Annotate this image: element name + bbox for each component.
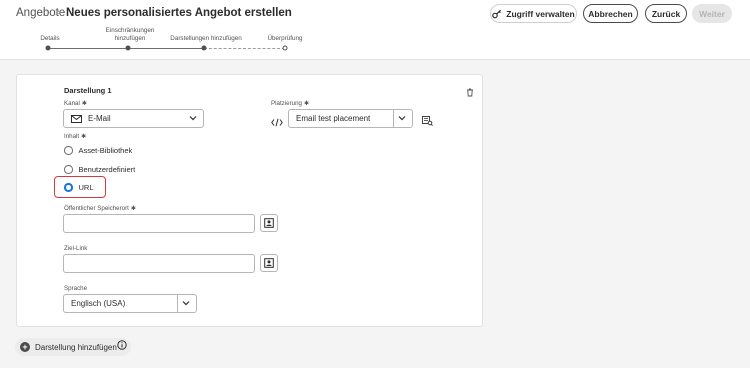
target-link-label: Ziel-Link xyxy=(64,245,88,252)
radio-button[interactable] xyxy=(64,165,73,174)
step-connector-pending xyxy=(204,48,285,49)
select-divider xyxy=(177,295,178,312)
step-dot-details[interactable] xyxy=(45,45,51,51)
step-dot-representations[interactable] xyxy=(201,45,207,51)
chevron-down-icon xyxy=(398,114,406,124)
asset-picker-icon xyxy=(264,218,274,228)
step-connector xyxy=(128,47,204,49)
public-location-input[interactable] xyxy=(63,214,255,233)
step-label-representations: Darstellungen hinzufügen xyxy=(170,35,242,42)
asset-picker-button[interactable] xyxy=(260,214,278,232)
page-header: Angebote > Neues personalisiertes Angebo… xyxy=(0,0,750,60)
browse-placement-icon[interactable] xyxy=(422,113,433,131)
channel-select[interactable]: E-Mail xyxy=(63,109,204,128)
representation-title: Darstellung 1 xyxy=(64,86,112,95)
trash-icon[interactable] xyxy=(466,84,474,102)
public-location-label: Öffentlicher Speicherort ✱ xyxy=(64,205,137,212)
breadcrumb-separator: > xyxy=(55,7,62,19)
step-label-constraints-line1: Einschränkungen xyxy=(105,27,155,34)
manage-access-label: Zugriff verwalten xyxy=(506,8,575,19)
add-representation-button[interactable]: + Darstellung hinzufügen xyxy=(15,338,131,356)
add-circle-icon: + xyxy=(20,342,30,352)
step-dot-review xyxy=(282,45,288,51)
target-link-input[interactable] xyxy=(63,254,255,273)
radio-custom[interactable]: Benutzerdefiniert xyxy=(64,165,135,174)
asset-picker-button[interactable] xyxy=(260,254,278,272)
radio-asset-library[interactable]: Asset-Bibliothek xyxy=(64,146,132,155)
representation-card: Darstellung 1 Kanal ✱ E-Mail Platzierung ✱… xyxy=(16,74,483,327)
mail-icon xyxy=(71,114,82,123)
language-value: Englisch (USA) xyxy=(71,299,126,308)
next-button[interactable]: Weiter xyxy=(692,4,732,23)
code-icon xyxy=(271,114,283,132)
radio-button[interactable] xyxy=(64,146,73,155)
channel-value: E-Mail xyxy=(88,114,111,123)
radio-label: Benutzerdefiniert xyxy=(78,165,136,174)
chevron-down-icon xyxy=(182,299,190,309)
step-label-review: Überprüfung xyxy=(267,35,303,42)
channel-label: Kanal ✱ xyxy=(64,100,88,107)
key-icon xyxy=(492,9,502,19)
radio-label: Asset-Bibliothek xyxy=(78,146,133,155)
back-button[interactable]: Zurück xyxy=(645,4,687,23)
placement-select[interactable]: Email test placement xyxy=(288,109,413,128)
asset-picker-icon xyxy=(264,258,274,268)
step-connector xyxy=(48,47,128,49)
chevron-down-icon xyxy=(189,114,197,124)
language-select[interactable]: Englisch (USA) xyxy=(63,294,197,313)
info-icon[interactable] xyxy=(117,337,127,355)
step-label-details: Details xyxy=(40,35,60,42)
manage-access-button[interactable]: Zugriff verwalten xyxy=(490,4,577,23)
placement-label: Platzierung ✱ xyxy=(271,100,310,107)
add-representation-label: Darstellung hinzufügen xyxy=(35,342,117,352)
page-title: Neues personalisiertes Angebot erstellen xyxy=(66,7,292,19)
content-label: Inhalt ✱ xyxy=(64,133,87,140)
cancel-button[interactable]: Abbrechen xyxy=(583,4,638,23)
step-label-constraints-line2: hinzufügen xyxy=(114,35,146,42)
step-dot-constraints[interactable] xyxy=(125,45,131,51)
url-option-highlight xyxy=(54,176,106,198)
placement-value: Email test placement xyxy=(296,114,371,123)
select-divider xyxy=(393,110,394,127)
language-label: Sprache xyxy=(64,285,88,292)
